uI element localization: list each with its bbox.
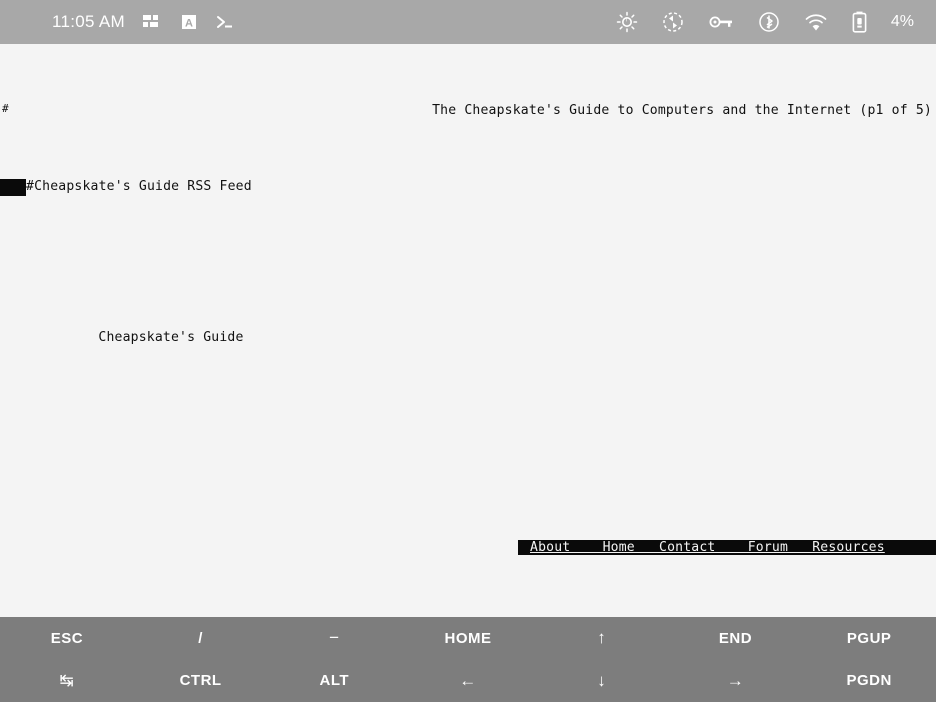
key-arrow-down[interactable]: ↓ xyxy=(535,671,669,691)
android-status-bar: 11:05 AM A 4% xyxy=(0,0,936,44)
key-slash[interactable]: / xyxy=(134,630,268,647)
key-arrow-up[interactable]: ↑ xyxy=(535,628,669,648)
battery-percent-label: 4% xyxy=(890,13,914,30)
sync-rotate-icon xyxy=(662,11,684,33)
key-end[interactable]: END xyxy=(669,630,803,647)
screen: 11:05 AM A 4% # The Cheapskate's Guide t… xyxy=(0,0,936,702)
nav-bar-strip: About Home Contact Forum Resources xyxy=(518,540,936,555)
lynx-browser-viewport: # The Cheapskate's Guide to Computers an… xyxy=(0,44,936,691)
key-pgdn[interactable]: PGDN xyxy=(802,672,936,689)
page-header-title: The Cheapskate's Guide to Computers and … xyxy=(432,102,932,118)
svg-text:A: A xyxy=(185,18,193,30)
key-arrow-right[interactable]: → xyxy=(669,671,803,691)
key-tab[interactable]: ↹ xyxy=(0,671,134,691)
clock-label: 11:05 AM xyxy=(52,12,125,31)
site-name-row: Cheapskate's Guide xyxy=(0,316,936,345)
key-home[interactable]: HOME xyxy=(401,630,535,647)
rss-black-block xyxy=(0,178,26,196)
vpn-key-icon xyxy=(708,13,734,31)
apps-grid-icon[interactable] xyxy=(142,13,162,32)
keyboard-row-1: ESC / − HOME ↑ END PGUP xyxy=(0,617,936,660)
brightness-icon xyxy=(616,11,638,33)
rss-feed-row: #Cheapskate's Guide RSS Feed xyxy=(0,178,936,197)
virtual-keyboard: ESC / − HOME ↑ END PGUP ↹ CTRL ALT ← ↓ →… xyxy=(0,617,936,702)
rss-feed-link[interactable]: #Cheapskate's Guide RSS Feed xyxy=(26,179,252,195)
key-pgup[interactable]: PGUP xyxy=(802,630,936,647)
spacer-row-2 xyxy=(0,376,936,391)
keyboard-row-2: ↹ CTRL ALT ← ↓ → PGDN xyxy=(0,660,936,702)
status-bar-right-group: 4% xyxy=(616,11,936,33)
spacer-row-1 xyxy=(0,241,936,256)
key-alt[interactable]: ALT xyxy=(267,672,401,689)
terminal-prompt-icon[interactable] xyxy=(216,13,236,31)
status-bar-left-group: 11:05 AM A xyxy=(0,12,236,32)
app-letter-a-icon[interactable]: A xyxy=(180,13,198,31)
key-ctrl[interactable]: CTRL xyxy=(134,672,268,689)
spacer-row-4 xyxy=(0,466,936,481)
spacer-row-5 xyxy=(0,602,936,617)
nav-links[interactable]: About Home Contact Forum Resources xyxy=(530,541,885,556)
hash-marker: # xyxy=(2,101,9,115)
key-minus[interactable]: − xyxy=(267,628,401,648)
spacer-row-3 xyxy=(0,421,936,436)
wifi-icon xyxy=(804,12,828,32)
key-esc[interactable]: ESC xyxy=(0,630,134,647)
key-arrow-left[interactable]: ← xyxy=(401,671,535,691)
battery-icon xyxy=(852,11,867,33)
site-name-label: Cheapskate's Guide xyxy=(98,330,244,346)
bluetooth-icon xyxy=(758,11,780,33)
nav-bar-row: About Home Contact Forum Resources xyxy=(0,540,936,557)
browser-header-row: # The Cheapskate's Guide to Computers an… xyxy=(0,101,936,120)
